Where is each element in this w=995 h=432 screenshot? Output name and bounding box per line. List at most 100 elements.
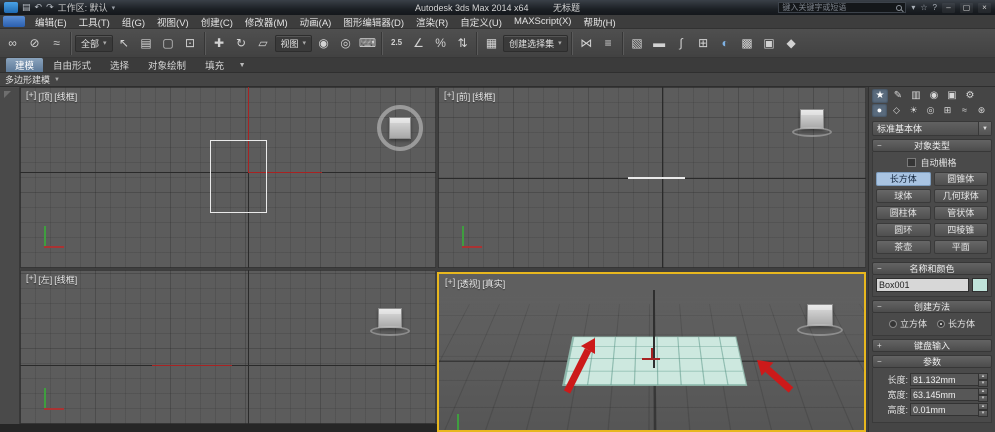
viewport-menu-plus[interactable]: [+] bbox=[444, 90, 454, 103]
pyramid-button[interactable]: 四棱锥 bbox=[934, 223, 989, 237]
ribbon-tab-selection[interactable]: 选择 bbox=[101, 58, 138, 72]
reference-coordinate-dropdown[interactable]: 视图 ▾ bbox=[275, 35, 313, 52]
percent-snap-icon[interactable]: % bbox=[430, 33, 451, 54]
spinner-snap-icon[interactable]: ⇅ bbox=[452, 33, 473, 54]
layer-manager-icon[interactable]: ▧ bbox=[627, 33, 648, 54]
viewport-menu-view[interactable]: [左] bbox=[38, 273, 52, 286]
polygon-modeling-panel[interactable]: 多边形建模 bbox=[5, 73, 50, 86]
select-and-move-icon[interactable]: ✚ bbox=[209, 33, 230, 54]
spinner-down-button[interactable]: ▾ bbox=[978, 395, 988, 402]
edit-named-sets-icon[interactable]: ▦ bbox=[481, 33, 502, 54]
menu-rendering[interactable]: 渲染(R) bbox=[410, 15, 454, 28]
viewcube[interactable] bbox=[807, 304, 833, 326]
menu-maxscript[interactable]: MAXScript(X) bbox=[508, 15, 578, 28]
render-setup-icon[interactable]: ▩ bbox=[737, 33, 758, 54]
close-button[interactable]: × bbox=[978, 3, 991, 13]
viewport-perspective-active[interactable]: [+] [透视] [真实] bbox=[437, 272, 866, 432]
select-object-icon[interactable]: ↖ bbox=[114, 33, 135, 54]
geometry-category-icon[interactable]: ● bbox=[872, 104, 887, 117]
geosphere-button[interactable]: 几何球体 bbox=[934, 189, 989, 203]
favorites-icon[interactable]: ☆ bbox=[920, 4, 927, 12]
menu-graph-editors[interactable]: 图形编辑器(D) bbox=[337, 15, 410, 28]
menu-help[interactable]: 帮助(H) bbox=[577, 15, 621, 28]
viewport-menu-shading[interactable]: [真实] bbox=[482, 277, 505, 290]
help-icon[interactable]: ? bbox=[933, 4, 937, 12]
snap-toggle-icon[interactable]: 2.5 bbox=[386, 33, 407, 54]
cone-button[interactable]: 圆锥体 bbox=[934, 172, 989, 186]
viewport-menu-view[interactable]: [前] bbox=[456, 90, 470, 103]
viewport-menu-plus[interactable]: [+] bbox=[26, 90, 36, 103]
angle-snap-icon[interactable]: ∠ bbox=[408, 33, 429, 54]
lights-category-icon[interactable]: ☀ bbox=[906, 104, 921, 117]
viewport-menu-view[interactable]: [透视] bbox=[457, 277, 480, 290]
select-and-link-icon[interactable]: ∞ bbox=[2, 33, 23, 54]
ribbon-tab-populate[interactable]: 填充 bbox=[196, 58, 233, 72]
spacewarps-category-icon[interactable]: ≈ bbox=[957, 104, 972, 117]
unlink-selection-icon[interactable]: ⊘ bbox=[24, 33, 45, 54]
maximize-button[interactable]: ▢ bbox=[960, 3, 973, 13]
menu-edit[interactable]: 编辑(E) bbox=[29, 15, 73, 28]
spinner-up-button[interactable]: ▴ bbox=[978, 403, 988, 410]
height-field[interactable] bbox=[910, 403, 978, 416]
rollout-header[interactable]: + 键盘输入 bbox=[872, 339, 992, 352]
rollout-header[interactable]: − 名称和颜色 bbox=[872, 262, 992, 275]
viewport-front[interactable]: [+] [前] [线框] bbox=[438, 87, 866, 268]
cylinder-button[interactable]: 圆柱体 bbox=[876, 206, 931, 220]
rollout-header[interactable]: − 对象类型 bbox=[872, 139, 992, 152]
spinner-up-button[interactable]: ▴ bbox=[978, 388, 988, 395]
systems-category-icon[interactable]: ⊛ bbox=[974, 104, 989, 117]
viewport-left[interactable]: [+] [左] [线框] bbox=[20, 270, 436, 424]
hierarchy-tab[interactable]: ▥ bbox=[908, 89, 924, 103]
ribbon-tab-modeling[interactable]: 建模 bbox=[6, 58, 43, 72]
bind-to-space-warp-icon[interactable]: ≈ bbox=[46, 33, 67, 54]
torus-button[interactable]: 圆环 bbox=[876, 223, 931, 237]
object-name-field[interactable] bbox=[876, 278, 969, 292]
menu-modifiers[interactable]: 修改器(M) bbox=[239, 15, 294, 28]
ribbon-tab-object-paint[interactable]: 对象绘制 bbox=[139, 58, 195, 72]
material-editor-icon[interactable]: ◐ bbox=[715, 33, 736, 54]
chevron-down-icon[interactable]: ▼ bbox=[978, 122, 991, 135]
select-and-scale-icon[interactable]: ▱ bbox=[253, 33, 274, 54]
ribbon-more-icon[interactable]: ▼ bbox=[234, 58, 250, 72]
track-bar[interactable] bbox=[0, 424, 437, 432]
rollout-header[interactable]: − 创建方法 bbox=[872, 300, 992, 313]
width-field[interactable] bbox=[910, 388, 978, 401]
selection-region-icon[interactable]: ▢ bbox=[158, 33, 179, 54]
create-tab[interactable]: ★ bbox=[872, 89, 888, 103]
primitive-type-dropdown[interactable]: 标准基本体 ▼ bbox=[872, 121, 992, 136]
box-object-left-view[interactable] bbox=[152, 365, 232, 366]
spinner-up-button[interactable]: ▴ bbox=[978, 373, 988, 380]
menu-views[interactable]: 视图(V) bbox=[151, 15, 195, 28]
mirror-icon[interactable]: ⋈ bbox=[576, 33, 597, 54]
select-by-name-icon[interactable]: ▤ bbox=[136, 33, 157, 54]
layout-tab-icon[interactable] bbox=[4, 91, 11, 98]
shapes-category-icon[interactable]: ◇ bbox=[889, 104, 904, 117]
select-and-rotate-icon[interactable]: ↻ bbox=[231, 33, 252, 54]
modify-tab[interactable]: ✎ bbox=[890, 89, 906, 103]
viewcube[interactable] bbox=[378, 308, 402, 328]
menu-animation[interactable]: 动画(A) bbox=[294, 15, 338, 28]
viewport-top[interactable]: [+] [顶] [线框] bbox=[20, 87, 436, 268]
box-radio-option[interactable]: 长方体 bbox=[937, 317, 975, 330]
spinner-down-button[interactable]: ▾ bbox=[978, 380, 988, 387]
search-icon[interactable] bbox=[896, 5, 902, 11]
radio-icon[interactable] bbox=[889, 320, 897, 328]
teapot-button[interactable]: 茶壶 bbox=[876, 240, 931, 254]
tube-button[interactable]: 管状体 bbox=[934, 206, 989, 220]
align-icon[interactable]: ≡ bbox=[598, 33, 619, 54]
menu-create[interactable]: 创建(C) bbox=[195, 15, 239, 28]
utilities-tab[interactable]: ⚙ bbox=[962, 89, 978, 103]
menu-group[interactable]: 组(G) bbox=[116, 15, 151, 28]
object-color-swatch[interactable] bbox=[972, 278, 988, 292]
selection-filter-dropdown[interactable]: 全部 ▾ bbox=[75, 35, 113, 52]
viewport-menu-shading[interactable]: [线框] bbox=[472, 90, 495, 103]
ribbon-toggle-icon[interactable]: ▬ bbox=[649, 33, 670, 54]
box-object-front-view[interactable] bbox=[628, 177, 685, 179]
sphere-button[interactable]: 球体 bbox=[876, 189, 931, 203]
viewcube[interactable] bbox=[389, 117, 411, 139]
cameras-category-icon[interactable]: ◎ bbox=[923, 104, 938, 117]
app-menu-button[interactable] bbox=[3, 16, 25, 27]
plane-button[interactable]: 平面 bbox=[934, 240, 989, 254]
rollout-header[interactable]: − 参数 bbox=[872, 355, 992, 368]
menu-customize[interactable]: 自定义(U) bbox=[454, 15, 508, 28]
